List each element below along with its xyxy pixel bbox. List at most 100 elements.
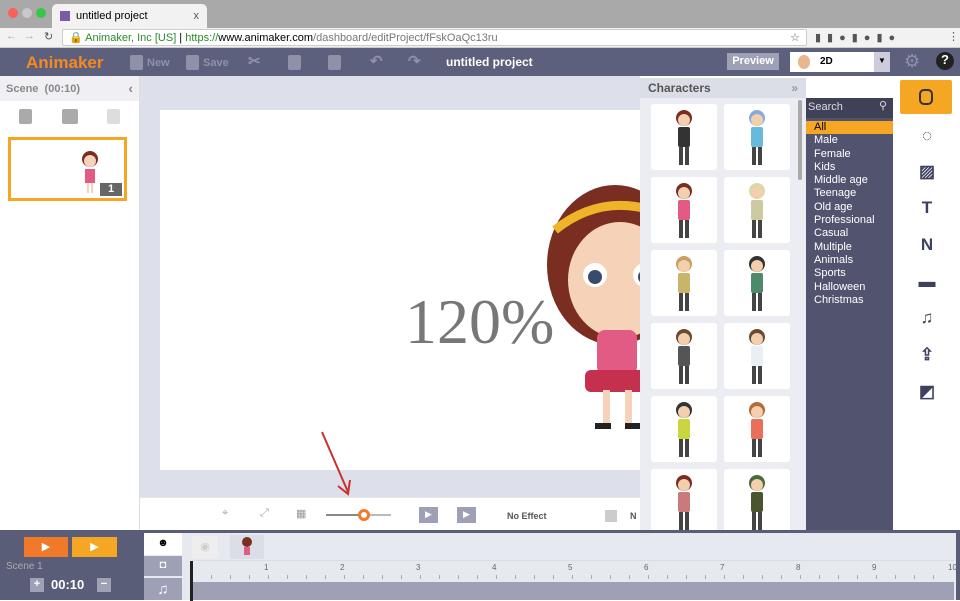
play-scene-button[interactable]: ▶	[72, 537, 117, 557]
undo-icon[interactable]: ↶	[370, 52, 383, 70]
category-item[interactable]: Teenage	[806, 187, 893, 200]
scrollbar[interactable]	[798, 100, 802, 180]
help-icon[interactable]: ?	[936, 52, 954, 70]
category-item[interactable]: Christmas	[806, 294, 893, 307]
play-from-start-button[interactable]: ▶	[419, 507, 438, 523]
scene-thumbnail[interactable]: 1	[8, 137, 127, 201]
character-card[interactable]	[651, 396, 717, 462]
effect-icon[interactable]	[605, 510, 617, 522]
timeline-tick-mark	[287, 575, 288, 579]
timeline-tick-label: 4	[492, 563, 497, 572]
paste-icon[interactable]	[328, 55, 341, 70]
category-item[interactable]: Sports	[806, 267, 893, 280]
zoom-slider[interactable]	[326, 509, 391, 521]
effect2-label[interactable]: N	[630, 511, 637, 521]
character-card[interactable]	[651, 250, 717, 316]
back-icon[interactable]: ←	[6, 30, 17, 42]
url-input[interactable]: 🔒 Animaker, Inc [US] | https://www.anima…	[62, 29, 807, 46]
timeline-tick-mark	[325, 575, 326, 579]
video-strip-icon[interactable]: ▬	[917, 272, 937, 291]
save-button[interactable]: Save	[186, 55, 229, 70]
save-icon	[186, 55, 199, 70]
character-card[interactable]	[724, 469, 790, 535]
category-item[interactable]: Old age	[806, 201, 893, 214]
category-item[interactable]: Female	[806, 148, 893, 161]
visibility-eye-icon[interactable]: ◉	[192, 536, 218, 558]
timeline-ruler[interactable]: 1 2 3 4 5 6 7 8 9 10	[192, 560, 957, 582]
zoom-slider-handle[interactable]	[358, 509, 370, 521]
forward-icon[interactable]: →	[24, 30, 35, 42]
redo-icon[interactable]: ↷	[408, 52, 421, 70]
mode-select[interactable]: 2D ▼	[790, 52, 890, 72]
preview-button[interactable]: Preview	[727, 53, 779, 70]
category-item[interactable]: Multiple	[806, 241, 893, 254]
category-item[interactable]: Halloween	[806, 281, 893, 294]
cut-icon[interactable]: ✂	[248, 52, 261, 70]
timeline-tick-mark	[553, 575, 554, 579]
timeline-layer-bar[interactable]	[192, 582, 954, 600]
duplicate-scene-icon[interactable]	[62, 109, 78, 124]
expand-chevron-icon[interactable]: »	[791, 81, 798, 95]
category-item[interactable]: Animals	[806, 254, 893, 267]
character-icon	[919, 89, 933, 105]
category-item[interactable]: Kids	[806, 161, 893, 174]
extension-icons[interactable]: ▮▮●▮●▮●	[815, 31, 901, 44]
minimize-window-button[interactable]	[22, 8, 32, 18]
music-layer-tab[interactable]: ♫	[144, 578, 182, 600]
character-card[interactable]	[724, 177, 790, 243]
timeline-tick-mark	[705, 575, 706, 579]
background-icon[interactable]: ◩	[917, 382, 937, 401]
close-window-button[interactable]	[8, 8, 18, 18]
tab-close-button[interactable]: x	[194, 10, 200, 22]
camera-layer-tab[interactable]: ◘	[144, 556, 182, 576]
news-icon[interactable]: N	[917, 235, 937, 254]
text-icon[interactable]: T	[917, 198, 937, 217]
character-figure	[749, 329, 765, 384]
collapse-chevron-icon[interactable]: ‹	[128, 80, 133, 96]
character-card[interactable]	[651, 177, 717, 243]
category-item[interactable]: All	[806, 121, 893, 135]
character-card[interactable]	[724, 104, 790, 170]
character-card[interactable]	[651, 323, 717, 389]
play-button[interactable]: ▶	[457, 507, 476, 523]
girl-character-thumbnail	[82, 151, 98, 193]
character-card[interactable]	[651, 104, 717, 170]
delete-scene-icon[interactable]	[107, 109, 120, 124]
character-layer-tab[interactable]: ☻	[144, 533, 182, 555]
menu-icon[interactable]: ⋮	[948, 30, 959, 43]
characters-tab[interactable]	[900, 80, 952, 114]
reload-icon[interactable]: ↻	[44, 30, 53, 43]
character-card[interactable]	[724, 250, 790, 316]
play-scene-from-start-button[interactable]: ▶	[24, 537, 68, 557]
new-button[interactable]: New	[130, 55, 170, 70]
character-card[interactable]	[724, 323, 790, 389]
increase-duration-button[interactable]: +	[30, 578, 44, 592]
center-icon[interactable]: ⌖	[222, 507, 228, 520]
settings-gear-icon[interactable]: ⚙	[904, 51, 920, 72]
stage[interactable]: 120%	[160, 110, 665, 470]
category-item[interactable]: Casual	[806, 227, 893, 240]
playhead[interactable]	[190, 561, 193, 601]
browser-tab[interactable]: untitled project x	[52, 4, 207, 28]
copy-icon[interactable]	[288, 55, 301, 70]
girl-layer-thumbnail[interactable]	[230, 535, 264, 559]
upload-icon[interactable]: ⇪	[917, 345, 937, 364]
bookmark-star-icon[interactable]: ☆	[790, 31, 800, 44]
music-icon[interactable]: ♫	[917, 308, 937, 327]
decrease-duration-button[interactable]: −	[97, 578, 111, 592]
category-item[interactable]: Professional	[806, 214, 893, 227]
grid-icon[interactable]: ▦	[296, 507, 306, 520]
properties-bulb-icon[interactable]: ◌	[917, 126, 937, 145]
search-input[interactable]: Search ⚲	[806, 98, 893, 118]
character-figure	[749, 110, 765, 165]
character-card[interactable]	[724, 396, 790, 462]
character-card[interactable]	[651, 469, 717, 535]
fit-screen-icon[interactable]: ⤢	[260, 507, 269, 520]
category-item[interactable]: Middle age	[806, 174, 893, 187]
maximize-window-button[interactable]	[36, 8, 46, 18]
effect-label[interactable]: No Effect	[507, 511, 547, 521]
add-scene-icon[interactable]	[19, 109, 32, 124]
project-title[interactable]: untitled project	[446, 55, 533, 69]
category-item[interactable]: Male	[806, 134, 893, 147]
image-icon[interactable]: ▨	[917, 162, 937, 181]
